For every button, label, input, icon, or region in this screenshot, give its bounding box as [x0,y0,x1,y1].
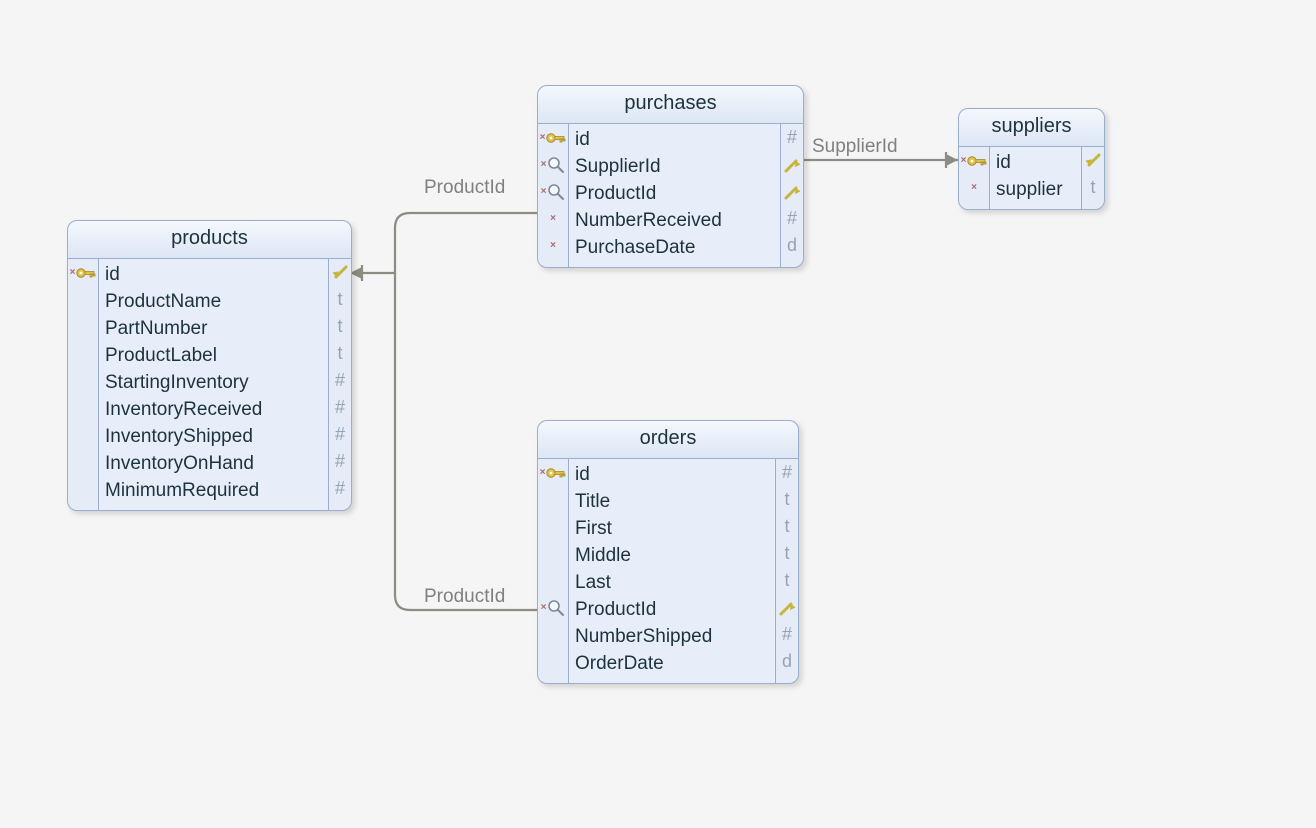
field-id[interactable]: id [575,129,590,151]
icon-column: × [68,259,99,510]
type-annotation: t [776,540,798,567]
field-productid[interactable]: ProductId [575,183,656,205]
blank-icon [68,340,98,367]
type-annotation: t [776,513,798,540]
foreign-key-icon: × [538,178,568,205]
fields-column: id Title First Middle Last ProductId NumberShi… [569,459,775,683]
field-last[interactable]: Last [575,572,611,594]
blank-icon [538,621,568,648]
icon-column: ×× [538,459,569,683]
type-annotation: # [329,394,351,421]
field-inventoryshipped[interactable]: InventoryShipped [105,426,253,448]
fields-column: id SupplierId ProductId NumberReceived Purch… [569,124,780,267]
field-supplier[interactable]: supplier [996,179,1063,201]
type-annotation: d [776,648,798,675]
not-null-icon: × [538,205,568,232]
primary-key-icon: × [959,147,989,174]
primary-key-icon: × [538,459,568,486]
field-id[interactable]: id [105,264,120,286]
primary-key-icon: × [538,124,568,151]
type-annotation: # [329,421,351,448]
primary-key-icon: × [68,259,98,286]
relationship-label-orders-productid: ProductId [424,586,505,608]
fk-out-icon [781,178,803,205]
blank-icon [68,421,98,448]
field-minimumrequired[interactable]: MinimumRequired [105,480,259,502]
field-partnumber[interactable]: PartNumber [105,318,207,340]
type-column: #tttt#d [775,459,798,683]
entity-orders[interactable]: orders ×× idTitleFirstMiddleLastProductI… [537,420,799,684]
field-numberreceived[interactable]: NumberReceived [575,210,722,232]
icon-column: ×× [959,147,990,209]
fk-in-icon [1082,147,1104,174]
field-numbershipped[interactable]: NumberShipped [575,626,712,648]
blank-icon [68,286,98,313]
entity-title-products: products [68,221,351,259]
field-productlabel[interactable]: ProductLabel [105,345,217,367]
entity-title-suppliers: suppliers [959,109,1104,147]
field-id[interactable]: id [996,152,1011,174]
not-null-icon: × [538,232,568,259]
type-annotation: # [329,367,351,394]
fk-in-icon [329,259,351,286]
blank-icon [538,540,568,567]
blank-icon [538,513,568,540]
blank-icon [68,367,98,394]
entity-products[interactable]: products × id ProductName PartNumber Produc… [67,220,352,511]
type-annotation: # [776,459,798,486]
field-purchasedate[interactable]: PurchaseDate [575,237,695,259]
field-supplierid[interactable]: SupplierId [575,156,661,178]
field-productid[interactable]: ProductId [575,599,656,621]
relationship-label-purchases-productid: ProductId [424,177,505,199]
type-annotation: # [329,448,351,475]
relationship-label-supplierid: SupplierId [812,136,898,158]
blank-icon [538,567,568,594]
entity-title-purchases: purchases [538,86,803,124]
fields-column: id supplier [990,147,1081,209]
field-inventoryonhand[interactable]: InventoryOnHand [105,453,254,475]
blank-icon [68,313,98,340]
field-first[interactable]: First [575,518,612,540]
blank-icon [68,475,98,502]
field-inventoryreceived[interactable]: InventoryReceived [105,399,262,421]
foreign-key-icon: × [538,151,568,178]
type-annotation: t [329,286,351,313]
field-orderdate[interactable]: OrderDate [575,653,664,675]
foreign-key-icon: × [538,594,568,621]
not-null-icon: × [959,174,989,201]
blank-icon [68,448,98,475]
entity-title-orders: orders [538,421,798,459]
type-column: t [1081,147,1104,209]
fk-out-icon [776,594,798,621]
blank-icon [538,486,568,513]
type-annotation: # [329,475,351,502]
type-annotation: t [776,567,798,594]
blank-icon [68,394,98,421]
type-annotation: # [781,124,803,151]
type-annotation: # [776,621,798,648]
field-title[interactable]: Title [575,491,610,513]
type-annotation: # [781,205,803,232]
er-diagram-canvas[interactable]: ProductId ProductId SupplierId products … [0,0,1316,828]
fk-out-icon [781,151,803,178]
type-annotation: t [776,486,798,513]
type-annotation: t [1082,174,1104,201]
field-productname[interactable]: ProductName [105,291,221,313]
fields-column: id ProductName PartNumber ProductLabel Start… [99,259,328,510]
type-annotation: t [329,313,351,340]
type-annotation: d [781,232,803,259]
entity-suppliers[interactable]: suppliers ×× id supplier t [958,108,1105,210]
blank-icon [538,648,568,675]
field-startinginventory[interactable]: StartingInventory [105,372,249,394]
field-middle[interactable]: Middle [575,545,631,567]
icon-column: ××××× [538,124,569,267]
field-id[interactable]: id [575,464,590,486]
entity-purchases[interactable]: purchases ××××× idSupplierIdProductIdNum… [537,85,804,268]
type-column: ##d [780,124,803,267]
type-annotation: t [329,340,351,367]
type-column: ttt##### [328,259,351,510]
